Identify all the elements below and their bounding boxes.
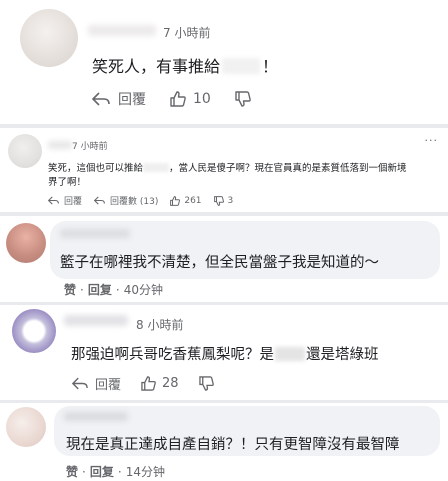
comment-text: 現在是真正達成自產自銷？！只有更智障沒有最智障 [66,437,400,453]
comment-text-line-2: 界了啊！ [48,177,87,188]
comment-card-3: 籃子在哪裡我不清楚，但全民當盤子我是知道的～ 赞 · 回复 · 40分钟 [0,216,448,302]
comment-actions: 回覆 10 [92,89,251,109]
like-button[interactable]: 赞 [64,281,76,298]
comment-time: 8 小時前 [136,318,184,332]
comment-actions: 回覆 回覆數 (13) 261 3 [48,194,233,207]
avatar[interactable] [20,9,78,67]
comment-bubble: 籃子在哪裡我不清楚，但全民當盤子我是知道的～ [50,221,440,279]
avatar[interactable] [8,134,42,168]
comment-time: 7 小時前 [163,26,211,40]
separator: · [80,282,84,297]
username-redacted[interactable] [64,315,128,326]
reply-button[interactable]: 回复 [90,463,114,480]
comment-time: 40分钟 [123,283,163,297]
separator: · [115,282,120,297]
reply-button[interactable]: 回覆 [48,194,82,207]
thumbs-down-icon [213,195,224,206]
thumbs-down-icon [198,376,214,391]
username-redacted[interactable] [64,412,128,421]
avatar[interactable] [12,309,56,353]
redacted-name [275,347,305,361]
reply-icon [48,196,59,205]
comment-card-2: 7 小時前 ··· 笑死，這個也可以推給 ，當人民是傻子啊？現在官員真的是素質低落… [0,128,448,212]
reply-button[interactable]: 回覆 [92,89,146,109]
like-button[interactable]: 10 [170,91,211,107]
reply-icon [92,92,110,106]
replies-icon [94,196,105,205]
view-replies-button[interactable]: 回覆數 (13) [94,194,158,207]
dislike-button[interactable] [198,376,214,391]
comment-card-1: 7 小時前 笑死人，有事推給！ 回覆 10 [0,0,448,124]
like-button[interactable]: 赞 [66,463,78,480]
thumbs-up-icon [170,91,186,107]
username-redacted[interactable] [48,141,72,149]
avatar[interactable] [6,407,46,447]
username-redacted[interactable] [88,25,156,36]
comment-bubble: 現在是真正達成自產自銷？！只有更智障沒有最智障 [54,406,440,456]
comment-text: 那强迫啊兵哥吃香蕉鳳梨呢？是 還是塔綠班 [71,347,379,363]
like-button[interactable]: 261 [170,195,202,206]
thumbs-up-icon [170,195,181,206]
thumbs-down-icon [235,91,251,107]
comment-card-5: 現在是真正達成自產自銷？！只有更智障沒有最智障 赞 · 回复 · 14分钟 [0,403,448,481]
comment-text-line-1: 笑死，這個也可以推給 ，當人民是傻子啊？現在官員真的是素質低落到一個新境 [48,163,407,174]
comment-text: 笑死人，有事推給！ [92,57,279,76]
more-options-button[interactable]: ··· [425,134,439,147]
redacted-name [143,163,170,172]
comment-time: 7 小時前 [72,142,108,152]
separator: · [117,464,122,479]
comment-card-4: 8 小時前 那强迫啊兵哥吃香蕉鳳梨呢？是 還是塔綠班 回覆 28 [0,305,448,400]
dislike-button[interactable]: 3 [213,195,233,206]
username-redacted[interactable] [60,229,130,238]
reply-icon [72,377,88,390]
avatar[interactable] [6,223,46,263]
comment-time: 14分钟 [125,465,165,479]
thumbs-up-icon [141,376,156,391]
dislike-button[interactable] [235,91,251,107]
comment-actions: 回覆 28 [72,374,214,393]
reply-button[interactable]: 回复 [88,281,112,298]
reply-button[interactable]: 回覆 [72,374,121,393]
separator: · [82,464,86,479]
redacted-name [222,58,261,74]
like-button[interactable]: 28 [141,376,179,391]
comment-actions: 赞 · 回复 · 40分钟 [64,281,163,298]
comment-text: 籃子在哪裡我不清楚，但全民當盤子我是知道的～ [60,255,379,271]
comment-actions: 赞 · 回复 · 14分钟 [66,463,165,480]
